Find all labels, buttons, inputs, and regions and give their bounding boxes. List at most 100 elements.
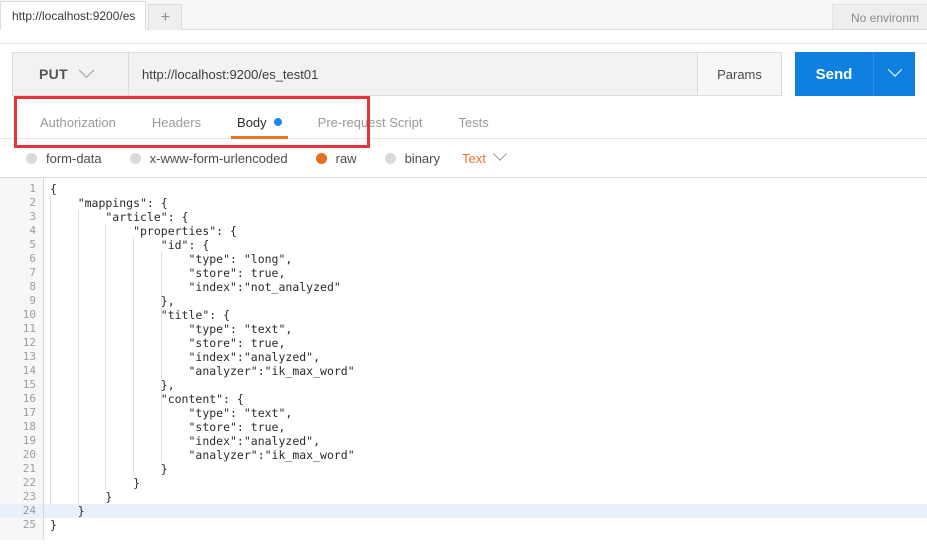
editor-code-line: "index":"analyzed",: [50, 434, 321, 448]
editor-code-line: "store": true,: [50, 336, 286, 350]
url-value: http://localhost:9200/es_test01: [142, 66, 319, 82]
radio-form-data-label: form-data: [46, 150, 102, 166]
editor-line-number: 4: [29, 224, 36, 237]
radio-x-www-form-urlencoded-label: x-www-form-urlencoded: [149, 150, 288, 166]
editor-code-line: "analyzer":"ik_max_word": [50, 364, 355, 378]
send-label: Send: [815, 65, 853, 83]
editor-line-number: 21: [22, 462, 36, 475]
chevron-down-icon: [492, 146, 507, 161]
http-method-label: PUT: [39, 66, 68, 82]
editor-line-number: 18: [22, 420, 36, 433]
editor-line-number: 5: [29, 238, 36, 251]
tab-tests[interactable]: Tests: [440, 106, 506, 139]
request-tab[interactable]: http://localhost:9200/es: [0, 1, 147, 30]
editor-code-line: }: [50, 462, 168, 476]
toolbar-divider: [0, 30, 927, 44]
http-method-selector[interactable]: PUT: [12, 52, 128, 96]
editor-code-line: "article": {: [50, 210, 189, 224]
editor-line-number: 25: [22, 518, 36, 531]
editor-line-number: 11: [22, 322, 36, 335]
request-tab-label: http://localhost:9200/es: [12, 8, 136, 23]
editor-line-number: 12: [22, 336, 36, 349]
chevron-down-icon: [78, 61, 95, 78]
request-body-editor[interactable]: 1 2 3 4 5 6 7 8 9 10 11 12 13 14 15 16 17 18 19 20 21 22 23 24 2…: [0, 177, 927, 540]
editor-line-number: 19: [22, 434, 36, 447]
browser-tab-strip: http://localhost:9200/es + No environm: [0, 0, 927, 30]
editor-code-line: "type": "text",: [50, 322, 293, 336]
editor-line-number: 1: [29, 182, 36, 195]
editor-code-area[interactable]: { "mappings": { "article": { "properties…: [44, 178, 927, 540]
editor-code-line: "store": true,: [50, 266, 286, 280]
radio-icon: [384, 152, 396, 164]
tab-pre-request-script-label: Pre-request Script: [317, 114, 423, 130]
editor-line-number: 10: [22, 308, 36, 321]
environment-selector[interactable]: No environm: [831, 4, 927, 30]
radio-selected-icon: [315, 152, 327, 164]
editor-code-line: }: [50, 490, 113, 504]
editor-code-line: "type": "long",: [50, 252, 293, 266]
request-url-bar: PUT http://localhost:9200/es_test01 Para…: [0, 44, 927, 148]
editor-line-number-gutter: 1 2 3 4 5 6 7 8 9 10 11 12 13 14 15 16 17 18 19 20 21 22 23 24 2…: [0, 178, 44, 540]
send-button[interactable]: Send: [795, 52, 873, 96]
radio-raw-label: raw: [335, 150, 357, 166]
tab-authorization-label: Authorization: [40, 114, 116, 130]
radio-form-data[interactable]: form-data: [26, 151, 102, 166]
request-section-tabs: Authorization Headers Body Pre-request S…: [0, 106, 927, 139]
editor-line-number: 24: [0, 504, 43, 518]
editor-line-number: 14: [22, 364, 36, 377]
body-format-select[interactable]: Text: [462, 146, 507, 166]
editor-code-line: "index":"not_analyzed": [50, 280, 341, 294]
radio-x-www-form-urlencoded[interactable]: x-www-form-urlencoded: [129, 150, 288, 166]
method-url-group: PUT http://localhost:9200/es_test01 Para…: [12, 52, 782, 96]
editor-code-line: "mappings": {: [50, 196, 168, 210]
editor-code-line: }: [44, 504, 927, 518]
editor-line-number: 22: [22, 476, 36, 489]
tab-headers[interactable]: Headers: [134, 106, 219, 139]
send-button-group: Send: [795, 52, 915, 96]
editor-line-number: 2: [29, 196, 36, 209]
plus-icon: +: [160, 8, 171, 26]
editor-code-line: "title": {: [50, 308, 231, 322]
editor-code-line: },: [50, 294, 175, 308]
body-modified-dot-icon: [273, 118, 282, 126]
radio-icon: [26, 152, 37, 164]
body-type-options: form-data x-www-form-urlencoded raw bina…: [0, 139, 927, 177]
editor-code-line: "properties": {: [50, 224, 237, 238]
url-input[interactable]: http://localhost:9200/es_test01: [128, 52, 698, 96]
radio-binary[interactable]: binary: [384, 150, 440, 166]
editor-code-line: "index":"analyzed",: [50, 350, 321, 364]
editor-code-line: "id": {: [50, 238, 210, 252]
environment-label: No environm: [850, 10, 919, 25]
editor-code-line: }: [50, 476, 141, 490]
send-options-button[interactable]: [873, 52, 915, 96]
editor-code-line: "content": {: [50, 392, 244, 406]
editor-code-line: "type": "text",: [50, 406, 293, 420]
editor-code-line: "store": true,: [50, 420, 286, 434]
tab-body[interactable]: Body: [219, 106, 300, 139]
editor-line-number: 9: [29, 294, 36, 307]
editor-line-number: 13: [22, 350, 36, 363]
editor-line-number: 23: [22, 490, 36, 503]
tab-headers-label: Headers: [151, 114, 202, 130]
params-label: Params: [717, 66, 762, 82]
editor-code-line: {: [50, 182, 57, 196]
tab-authorization[interactable]: Authorization: [22, 106, 134, 139]
new-tab-button[interactable]: +: [148, 4, 183, 30]
params-button[interactable]: Params: [698, 52, 782, 96]
editor-line-number: 16: [22, 392, 36, 405]
radio-icon: [129, 152, 141, 164]
tab-body-label: Body: [237, 114, 267, 130]
tab-tests-label: Tests: [458, 114, 489, 130]
editor-line-number: 7: [29, 266, 36, 279]
editor-code-line: },: [50, 378, 175, 392]
radio-raw[interactable]: raw: [315, 150, 357, 166]
editor-line-number: 8: [29, 280, 36, 293]
editor-line-number: 15: [22, 378, 36, 391]
editor-code-line: "analyzer":"ik_max_word": [50, 448, 355, 462]
editor-code-line: }: [50, 518, 57, 532]
editor-line-number: 20: [22, 448, 36, 461]
editor-line-number: 17: [22, 406, 36, 419]
body-format-value: Text: [462, 150, 486, 166]
tab-pre-request-script[interactable]: Pre-request Script: [300, 106, 441, 139]
radio-binary-label: binary: [404, 150, 440, 166]
